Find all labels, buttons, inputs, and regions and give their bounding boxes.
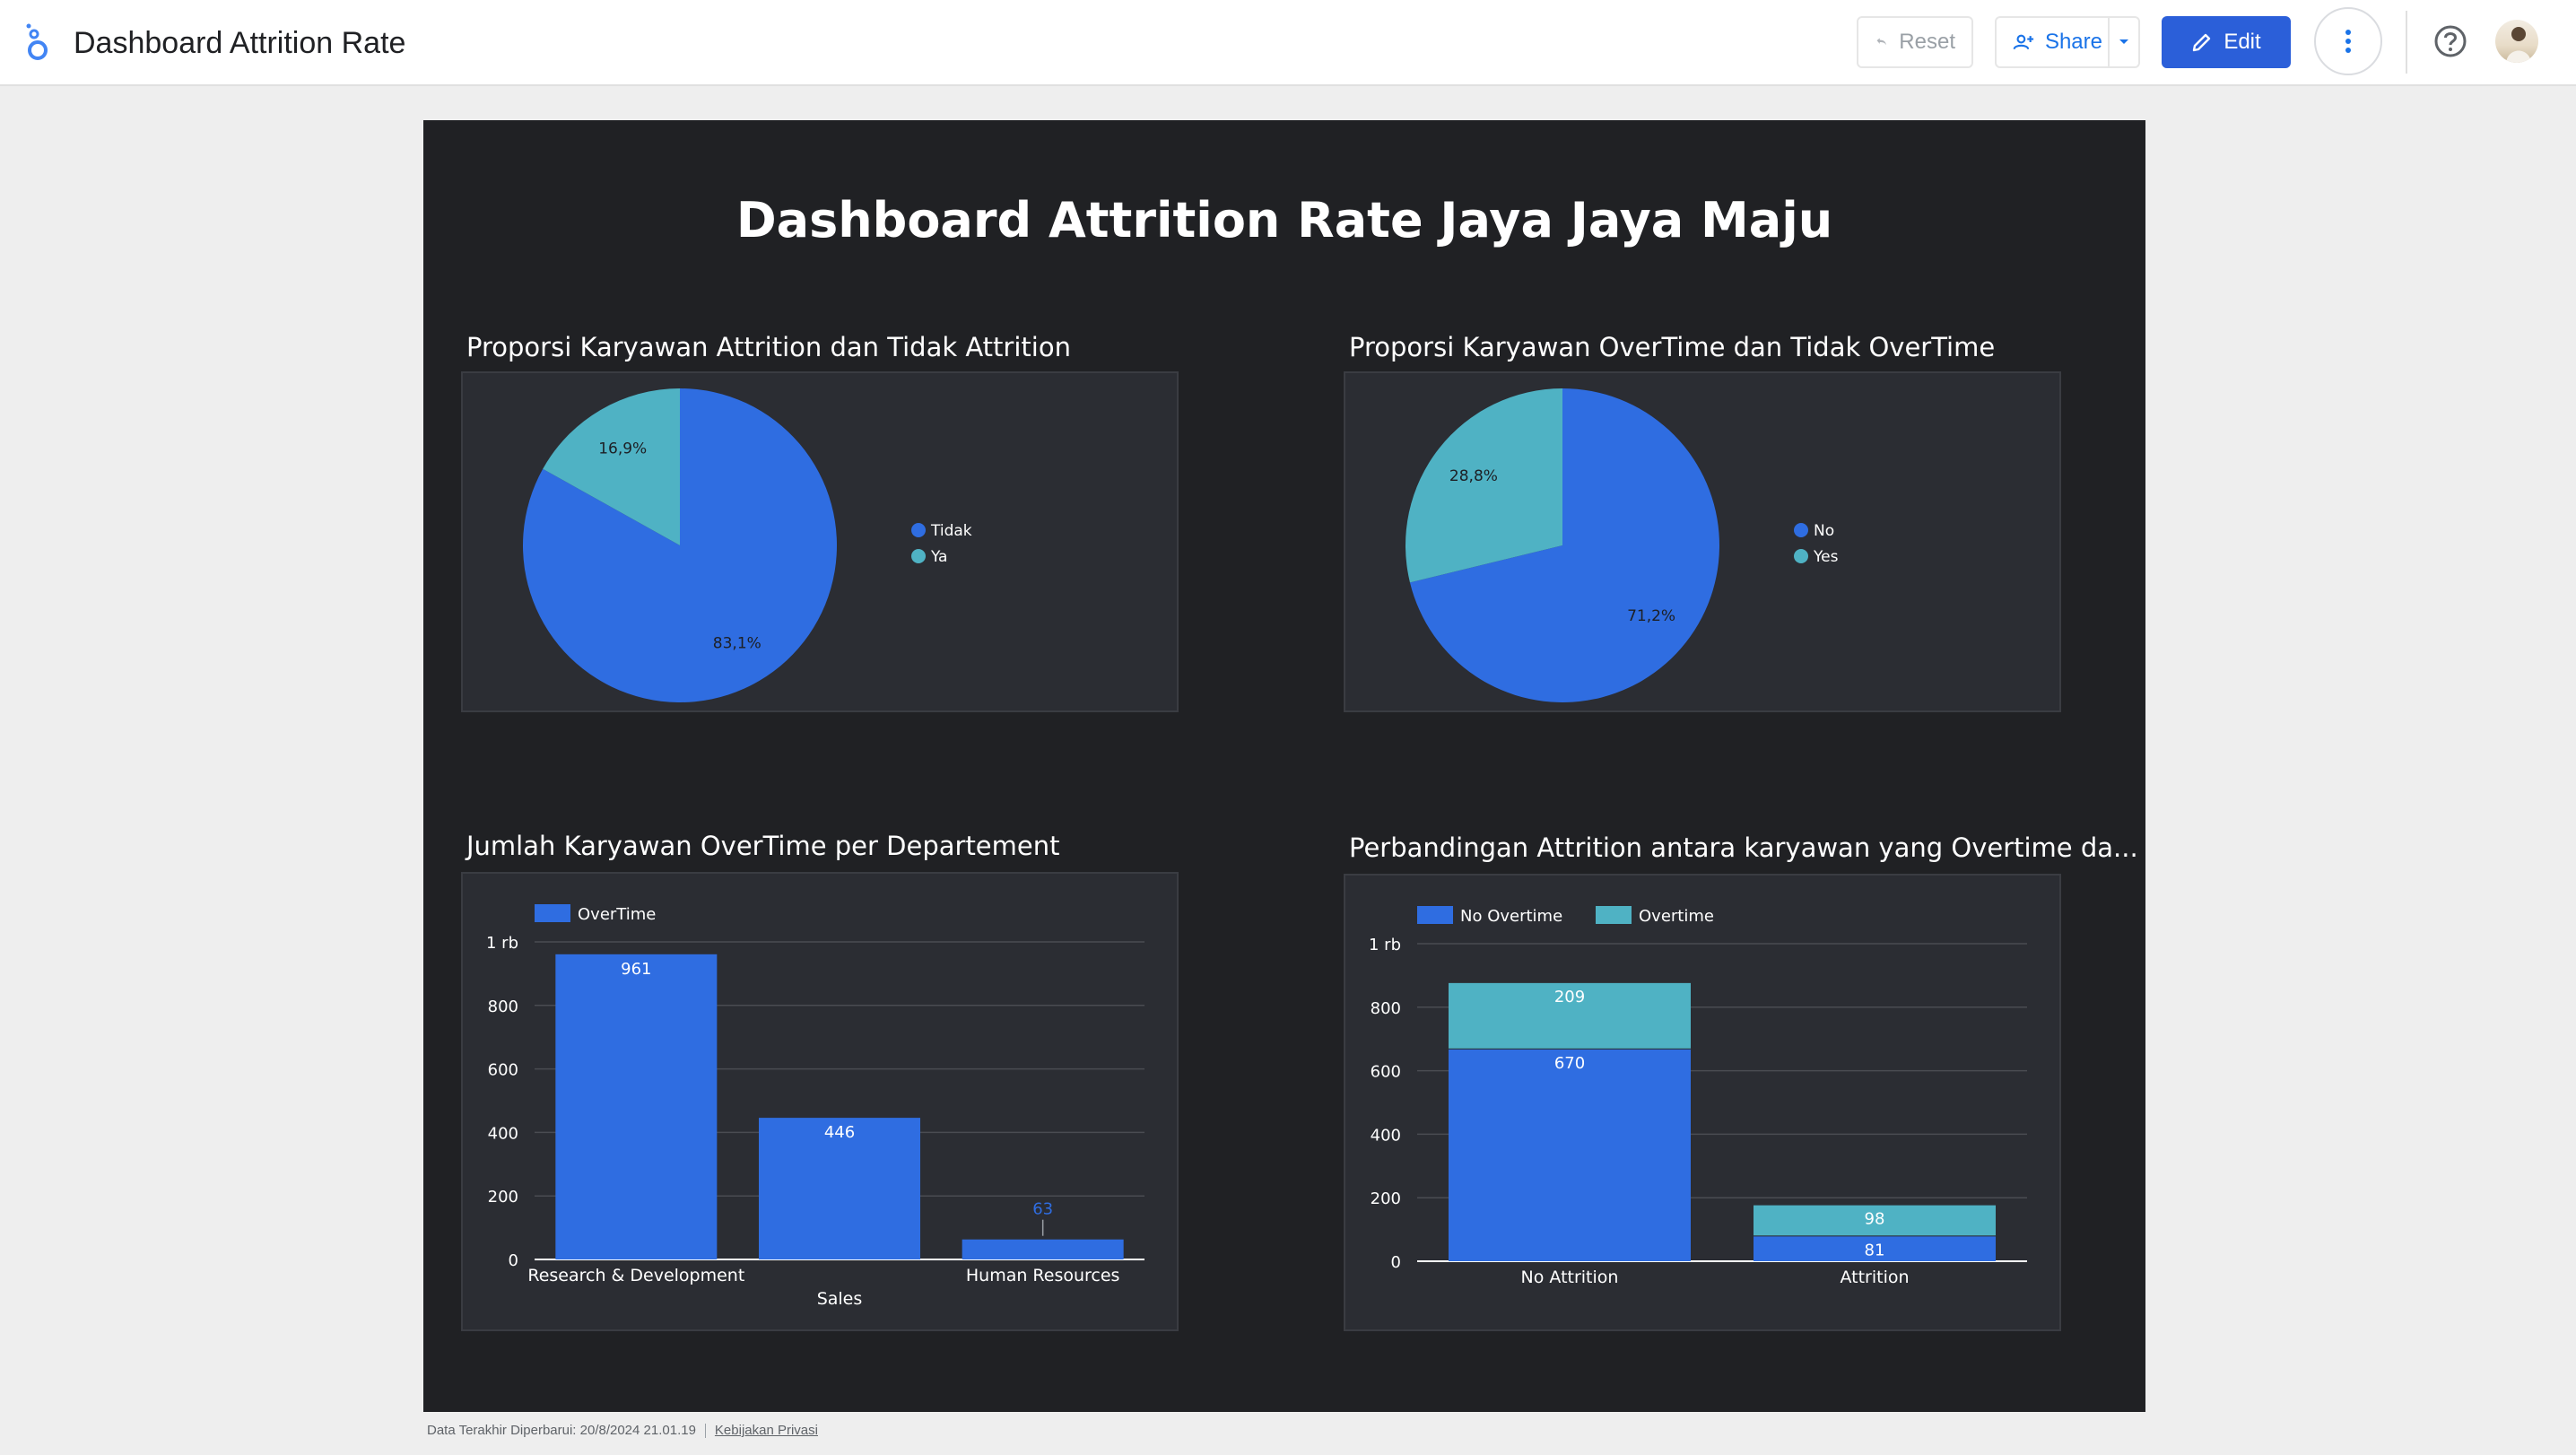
overtime-dept-data-label-research-development: 961 (621, 960, 651, 979)
last-updated-text: Data Terakhir Diperbarui: 20/8/2024 21.0… (427, 1423, 696, 1438)
more-options-button[interactable] (2314, 7, 2382, 75)
overtime-dept-category-label: Research & Development (527, 1266, 744, 1285)
attrition-compare-legend-label-no-overtime: No Overtime (1460, 907, 1562, 926)
attrition-pie-legend-marker-tidak (911, 523, 926, 537)
overtime-pie-chart: 71,2% 28,8% No Yes (1405, 388, 1839, 702)
report-title: Dashboard Attrition Rate Jaya Jaya Maju (735, 192, 1833, 248)
avatar-figure-icon (2506, 27, 2531, 63)
report-footer: Data Terakhir Diperbarui: 20/8/2024 21.0… (427, 1423, 818, 1439)
attrition-compare-category-label: No Attrition (1521, 1268, 1619, 1287)
attrition-pie-label-ya: 16,9% (598, 440, 647, 457)
attrition-compare-legend-swatch-overtime (1596, 906, 1632, 924)
overtime-dept-title: Jumlah Karyawan OverTime per Departement (466, 831, 1060, 861)
attrition-pie-title: Proporsi Karyawan Attrition dan Tidak At… (466, 332, 1071, 362)
attrition-compare-bar-chart: 0 200 400 600 800 1 rb No Overtime Overtime 670 2… (1369, 906, 2027, 1287)
overtime-dept-bar-human-resources-overtime (962, 1239, 1124, 1259)
overtime-pie-label-yes: 28,8% (1449, 467, 1498, 485)
attrition-compare-panel[interactable]: 0 200 400 600 800 1 rb No Overtime Overtime 670 2… (1344, 874, 2061, 1331)
report-name[interactable]: Dashboard Attrition Rate (74, 23, 405, 63)
overtime-dept-y-tick-label: 800 (488, 998, 518, 1016)
attrition-compare-legend-swatch-no-overtime (1417, 906, 1453, 924)
add-person-icon (2013, 34, 2034, 50)
overtime-dept-category-label: Sales (817, 1289, 863, 1309)
attrition-pie-panel[interactable]: 83,1% 16,9% Tidak Ya (461, 371, 1179, 712)
overtime-dept-bar-research-development-overtime (555, 954, 718, 1259)
footer-separator (704, 1424, 706, 1439)
overtime-dept-bar-chart: 0 200 400 600 800 1 rb OverTime 961 Research & D… (486, 904, 1144, 1309)
help-icon[interactable] (2431, 22, 2470, 61)
overtime-dept-data-label-sales: 446 (824, 1123, 855, 1142)
attrition-compare-legend-label-overtime: Overtime (1639, 907, 1714, 926)
toolbar-divider (2406, 11, 2407, 74)
overtime-pie-panel[interactable]: 71,2% 28,8% No Yes (1344, 371, 2061, 712)
overtime-dept-y-tick-label: 400 (488, 1124, 518, 1143)
overtime-pie-legend-label-no: No (1814, 522, 1834, 540)
attrition-compare-category-label: Attrition (1840, 1268, 1909, 1287)
overtime-dept-y-tick-label: 200 (488, 1188, 518, 1207)
undo-icon (1876, 38, 1886, 46)
attrition-compare-y-tick-label: 400 (1371, 1126, 1401, 1145)
overtime-dept-legend-label-overtime: OverTime (578, 905, 656, 924)
attrition-compare-data-label-no-attrition: 670 (1554, 1054, 1585, 1073)
attrition-pie-chart: 83,1% 16,9% Tidak Ya (523, 388, 972, 702)
looker-studio-logo-icon[interactable] (22, 20, 57, 63)
attrition-compare-y-tick-label: 1 rb (1369, 936, 1401, 954)
attrition-compare-y-tick-label: 0 (1391, 1253, 1401, 1272)
overtime-dept-category-label: Human Resources (966, 1266, 1120, 1285)
overtime-dept-legend-swatch-overtime (535, 904, 570, 922)
share-button-label: Share (2044, 30, 2102, 54)
more-vert-icon (2345, 30, 2351, 53)
privacy-link[interactable]: Kebijakan Privasi (715, 1423, 818, 1438)
attrition-pie-legend-label-ya: Ya (930, 548, 947, 566)
attrition-compare-y-tick-label: 800 (1371, 999, 1401, 1018)
overtime-dept-panel[interactable]: 0 200 400 600 800 1 rb OverTime 961 Research & D… (461, 872, 1179, 1331)
pencil-icon (2193, 33, 2211, 52)
overtime-pie-legend-marker-no (1794, 523, 1808, 537)
attrition-compare-data-label-attrition: 81 (1865, 1241, 1885, 1259)
account-avatar[interactable] (2495, 20, 2538, 63)
overtime-dept-y-tick-label: 1 rb (486, 934, 518, 953)
caret-down-icon (2119, 39, 2128, 44)
reset-button[interactable]: Reset (1857, 16, 1973, 68)
overtime-dept-y-tick-label: 600 (488, 1061, 518, 1080)
top-bar: Dashboard Attrition Rate Reset Share Edi… (0, 0, 2576, 86)
attrition-compare-y-tick-label: 600 (1371, 1063, 1401, 1082)
attrition-compare-data-label-attrition: 98 (1865, 1210, 1885, 1229)
attrition-pie-legend-label-tidak: Tidak (930, 522, 972, 540)
attrition-pie-legend-marker-ya (911, 549, 926, 563)
attrition-compare-title: Perbandingan Attrition antara karyawan y… (1349, 832, 2138, 863)
report-canvas: Dashboard Attrition Rate Jaya Jaya Maju … (423, 120, 2145, 1412)
share-button[interactable]: Share (1995, 16, 2140, 68)
attrition-pie-label-tidak: 83,1% (713, 635, 761, 653)
share-dropdown-button[interactable] (2108, 18, 2138, 66)
attrition-compare-bar-no-attrition-no-overtime (1449, 1048, 1691, 1261)
overtime-dept-data-label-human-resources: 63 (1032, 1200, 1053, 1219)
overtime-pie-legend-marker-yes (1794, 549, 1808, 563)
edit-button-label: Edit (2224, 30, 2261, 54)
attrition-compare-y-tick-label: 200 (1371, 1189, 1401, 1208)
overtime-pie-title: Proporsi Karyawan OverTime dan Tidak Ove… (1349, 332, 1996, 362)
edit-button[interactable]: Edit (2162, 16, 2291, 68)
reset-button-label: Reset (1899, 30, 1955, 54)
overtime-pie-label-no: 71,2% (1627, 607, 1675, 625)
attrition-compare-data-label-no-attrition: 209 (1554, 988, 1585, 1006)
overtime-dept-y-tick-label: 0 (509, 1251, 518, 1270)
overtime-pie-legend-label-yes: Yes (1813, 548, 1839, 566)
